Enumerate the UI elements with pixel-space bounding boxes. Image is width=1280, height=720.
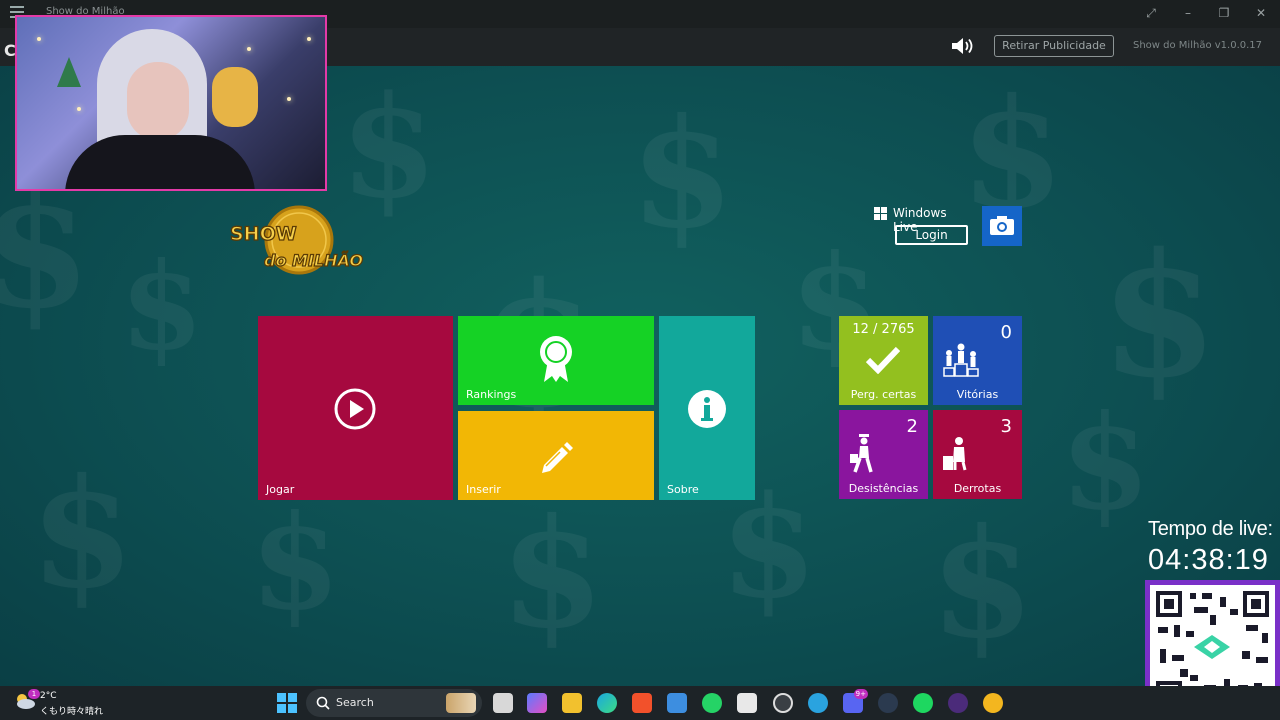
jogar-tile[interactable]: Jogar — [258, 316, 453, 500]
camera-button[interactable] — [982, 206, 1022, 246]
capcut-icon[interactable] — [737, 693, 757, 713]
login-button[interactable]: Login — [895, 225, 968, 245]
fairy-light — [77, 107, 81, 111]
pencil-icon — [542, 442, 573, 473]
perg-certas-value: 12 / 2765 — [852, 322, 915, 337]
fullscreen-icon[interactable]: ⤢ — [1141, 4, 1161, 22]
live-time-value: 04:38:19 — [1148, 544, 1269, 576]
dollar-bg-glyph: $ — [30, 446, 135, 622]
streamer-shirt — [65, 135, 255, 189]
back-letter: C — [4, 41, 16, 60]
search-icon — [316, 696, 330, 710]
award-ribbon-icon — [540, 336, 572, 382]
camera-icon — [990, 216, 1014, 235]
derrotas-value: 3 — [1000, 416, 1012, 437]
steam-icon[interactable] — [878, 693, 898, 713]
file-explorer-icon[interactable] — [562, 693, 582, 713]
whatsapp-icon[interactable] — [702, 693, 722, 713]
minimize-button[interactable]: – — [1178, 4, 1198, 22]
fairy-light — [37, 37, 41, 41]
edge-icon[interactable] — [597, 693, 617, 713]
streamer-face — [127, 62, 189, 140]
checkmark-icon — [866, 346, 900, 374]
windows-live-login: Windows Live Login — [874, 206, 974, 246]
copilot-icon[interactable] — [527, 693, 547, 713]
windows-logo-icon — [874, 207, 888, 220]
live-time-label: Tempo de live: — [1148, 518, 1273, 540]
discord-icon[interactable]: 9+ — [843, 689, 868, 713]
vitorias-label: Vitórias — [956, 388, 999, 401]
taskbar-search[interactable]: Search — [306, 689, 482, 717]
app-icon-yellow[interactable] — [983, 693, 1003, 713]
telegram-icon[interactable] — [808, 693, 828, 713]
plush-toy — [212, 67, 258, 127]
spotify-icon[interactable] — [913, 693, 933, 713]
jogar-label: Jogar — [266, 483, 295, 496]
store-icon[interactable] — [667, 693, 687, 713]
perg-certas-tile: 12 / 2765 Perg. certas — [839, 316, 928, 405]
inserir-tile[interactable]: Inserir — [458, 411, 654, 500]
derrotas-tile: 3 Derrotas — [933, 410, 1022, 499]
fairy-light — [287, 97, 291, 101]
weather-temp: 2°C — [40, 691, 57, 701]
start-button[interactable] — [277, 693, 297, 713]
christmas-tree-decoration — [57, 57, 81, 87]
dollar-bg-glyph: $ — [630, 86, 735, 262]
walking-away-icon — [850, 434, 873, 473]
desistencias-tile: 2 Desistências — [839, 410, 928, 499]
dollar-bg-glyph: $ — [250, 486, 341, 639]
dollar-bg-glyph: $ — [930, 496, 1035, 672]
defeated-person-icon — [943, 437, 967, 471]
dollar-bg-glyph: $ — [120, 236, 204, 377]
windows-taskbar: 1 2°C くもり時々晴れ Search 9+ — [0, 686, 1280, 720]
podium-icon — [943, 343, 979, 377]
rankings-tile[interactable]: Rankings — [458, 316, 654, 405]
close-button[interactable]: ✕ — [1251, 4, 1271, 22]
sobre-label: Sobre — [667, 483, 699, 496]
task-view-icon[interactable] — [493, 693, 513, 713]
weather-condition: くもり時々晴れ — [40, 707, 104, 717]
streamer-webcam — [15, 15, 327, 191]
version-label: Show do Milhão v1.0.0.17 — [1133, 40, 1263, 51]
dollar-bg-glyph: $ — [1060, 386, 1151, 539]
perg-certas-label: Perg. certas — [850, 388, 917, 401]
show-do-milhao-logo: SHOW do MILHÃO — [229, 205, 364, 275]
app-icon[interactable] — [948, 693, 968, 713]
vitorias-tile: 0 Vitórias — [933, 316, 1022, 405]
maximize-button[interactable]: ❐ — [1214, 4, 1234, 22]
fairy-light — [307, 37, 311, 41]
desistencias-label: Desistências — [848, 482, 919, 495]
obs-icon[interactable] — [773, 693, 793, 713]
weather-badge: 1 — [28, 689, 40, 699]
discord-badge: 9+ — [853, 689, 868, 699]
remove-ads-button[interactable]: Retirar Publicidade — [994, 35, 1114, 57]
derrotas-label: Derrotas — [953, 482, 1002, 495]
inserir-label: Inserir — [466, 483, 501, 496]
weather-widget[interactable]: 1 2°C くもり時々晴れ — [14, 689, 134, 717]
search-placeholder: Search — [336, 696, 374, 709]
fairy-light — [247, 47, 251, 51]
play-icon — [334, 388, 376, 430]
brave-icon[interactable] — [632, 693, 652, 713]
dollar-bg-glyph: $ — [500, 486, 605, 662]
vitorias-value: 0 — [1000, 322, 1012, 343]
info-icon — [688, 390, 726, 428]
sobre-tile[interactable]: Sobre — [659, 316, 755, 500]
search-highlight-icon — [446, 693, 476, 713]
svg-text:do MILHÃO: do MILHÃO — [264, 251, 363, 270]
desistencias-value: 2 — [906, 416, 918, 437]
svg-text:SHOW: SHOW — [230, 223, 297, 245]
speaker-icon[interactable] — [950, 36, 976, 56]
rankings-label: Rankings — [466, 388, 517, 401]
